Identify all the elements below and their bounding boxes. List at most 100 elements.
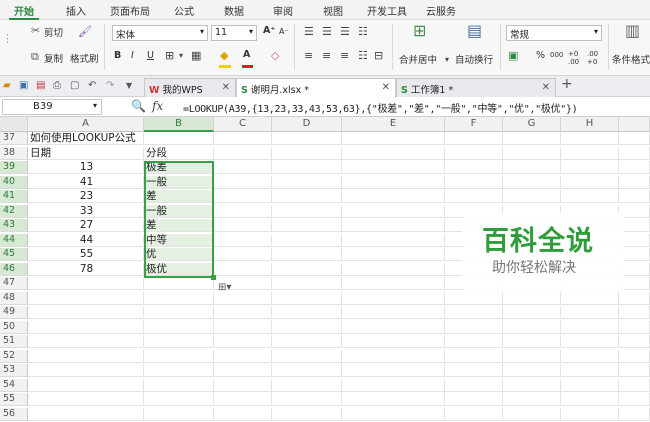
cell-empty[interactable] xyxy=(619,161,650,174)
cell-empty[interactable] xyxy=(214,161,272,174)
row-header[interactable]: 37 xyxy=(0,132,28,145)
cell-b[interactable]: 中等 xyxy=(144,233,214,247)
cell-empty[interactable] xyxy=(503,349,561,363)
cell-empty[interactable] xyxy=(561,364,619,377)
row-header[interactable]: 40 xyxy=(0,175,28,189)
row-header[interactable]: 56 xyxy=(0,407,28,421)
cell-empty[interactable] xyxy=(214,175,272,189)
underline-button[interactable]: U xyxy=(147,50,154,61)
format-painter-button[interactable]: 格式刷 xyxy=(70,51,99,65)
menu-tab-view[interactable]: 视图 xyxy=(323,3,343,18)
cell-empty[interactable] xyxy=(272,175,342,189)
cell-empty[interactable] xyxy=(342,132,445,145)
cell-empty[interactable] xyxy=(342,335,445,348)
cut-button[interactable]: 剪切 xyxy=(44,25,63,39)
cell-empty[interactable] xyxy=(214,291,272,305)
collapse-icon[interactable]: ⋮ xyxy=(2,32,13,46)
cell-empty[interactable] xyxy=(561,161,619,174)
currency-icon[interactable]: ▣ xyxy=(508,49,518,63)
cell-b[interactable] xyxy=(144,407,214,421)
indent-icon[interactable]: ☷ xyxy=(358,25,368,39)
cell-a[interactable] xyxy=(28,407,144,421)
cell-empty[interactable] xyxy=(445,161,503,174)
cell-empty[interactable] xyxy=(342,175,445,189)
column-header-c[interactable]: C xyxy=(214,117,272,132)
cell-empty[interactable] xyxy=(561,393,619,406)
column-header-h[interactable]: H xyxy=(561,117,619,132)
cell-empty[interactable] xyxy=(342,306,445,319)
menu-tab-developer[interactable]: 开发工具 xyxy=(367,3,407,18)
wrap-text-icon[interactable]: ▤ xyxy=(467,23,482,39)
cell-empty[interactable] xyxy=(503,291,561,305)
function-button[interactable]: fx xyxy=(152,99,163,113)
cell-empty[interactable] xyxy=(214,306,272,319)
cell-empty[interactable] xyxy=(619,364,650,377)
chevron-down-icon[interactable]: ▾ xyxy=(179,49,183,63)
cell-a[interactable]: 日期 xyxy=(28,146,144,160)
cell-empty[interactable] xyxy=(619,407,650,421)
wrap-text-button[interactable]: 自动换行 xyxy=(455,52,493,66)
select-all-corner[interactable] xyxy=(0,117,28,132)
row-header[interactable]: 50 xyxy=(0,320,28,334)
cell-empty[interactable] xyxy=(214,262,272,276)
cell-empty[interactable] xyxy=(272,146,342,160)
column-header-e[interactable]: E xyxy=(342,117,445,132)
cell-empty[interactable] xyxy=(342,393,445,406)
cell-b[interactable] xyxy=(144,320,214,334)
cell-a[interactable] xyxy=(28,349,144,363)
cell-a[interactable]: 44 xyxy=(28,233,144,247)
cell-empty[interactable] xyxy=(561,132,619,145)
cell-empty[interactable] xyxy=(445,349,503,363)
cell-empty[interactable] xyxy=(503,364,561,377)
tab-active-workbook[interactable]: S 谢明月.xlsx * ✕ xyxy=(236,78,396,97)
cell-empty[interactable] xyxy=(272,262,342,276)
cell-a[interactable] xyxy=(28,378,144,392)
cell-empty[interactable] xyxy=(272,161,342,174)
cell-empty[interactable] xyxy=(214,378,272,392)
menu-tab-review[interactable]: 审阅 xyxy=(273,3,293,18)
cell-empty[interactable] xyxy=(272,407,342,421)
row-header[interactable]: 46 xyxy=(0,262,28,276)
cell-empty[interactable] xyxy=(272,393,342,406)
percent-button[interactable]: % xyxy=(536,50,545,61)
cell-empty[interactable] xyxy=(214,233,272,247)
cell-b[interactable]: 差 xyxy=(144,219,214,232)
cell-b[interactable] xyxy=(144,277,214,290)
merge-center-button[interactable]: 合并居中 xyxy=(399,52,437,66)
cell-a[interactable]: 41 xyxy=(28,175,144,189)
pdf-icon[interactable]: ▤ xyxy=(36,80,45,92)
cell-empty[interactable] xyxy=(342,407,445,421)
cell-empty[interactable] xyxy=(445,335,503,348)
cell-empty[interactable] xyxy=(503,175,561,189)
row-header[interactable]: 42 xyxy=(0,204,28,218)
conditional-format-icon[interactable]: ▥ xyxy=(625,23,640,39)
border-icon[interactable]: ⊞ xyxy=(165,49,174,63)
distribute-icon[interactable]: ☷ xyxy=(358,49,368,63)
menu-tab-insert[interactable]: 插入 xyxy=(66,3,86,18)
cell-a[interactable] xyxy=(28,364,144,377)
row-header[interactable]: 41 xyxy=(0,190,28,203)
cell-b[interactable]: 分段 xyxy=(144,146,214,160)
cell-empty[interactable] xyxy=(619,146,650,160)
cell-empty[interactable] xyxy=(503,146,561,160)
italic-button[interactable]: I xyxy=(131,50,134,61)
cell-empty[interactable] xyxy=(445,175,503,189)
cell-empty[interactable] xyxy=(561,190,619,203)
row-header[interactable]: 38 xyxy=(0,146,28,160)
cell-empty[interactable] xyxy=(445,393,503,406)
row-header[interactable]: 45 xyxy=(0,248,28,261)
cell-empty[interactable] xyxy=(342,233,445,247)
fill-color-icon[interactable]: ◆ xyxy=(220,49,228,63)
cell-a[interactable] xyxy=(28,320,144,334)
menu-tab-home[interactable]: 开始 xyxy=(14,3,34,18)
cell-empty[interactable] xyxy=(342,204,445,218)
row-header[interactable]: 54 xyxy=(0,378,28,392)
align-right-icon[interactable]: ≡ xyxy=(340,49,349,63)
cell-a[interactable] xyxy=(28,335,144,348)
cell-empty[interactable] xyxy=(619,132,650,145)
cell-a[interactable]: 78 xyxy=(28,262,144,276)
cell-empty[interactable] xyxy=(272,248,342,261)
cell-empty[interactable] xyxy=(503,306,561,319)
cell-empty[interactable] xyxy=(503,161,561,174)
cell-empty[interactable] xyxy=(272,349,342,363)
